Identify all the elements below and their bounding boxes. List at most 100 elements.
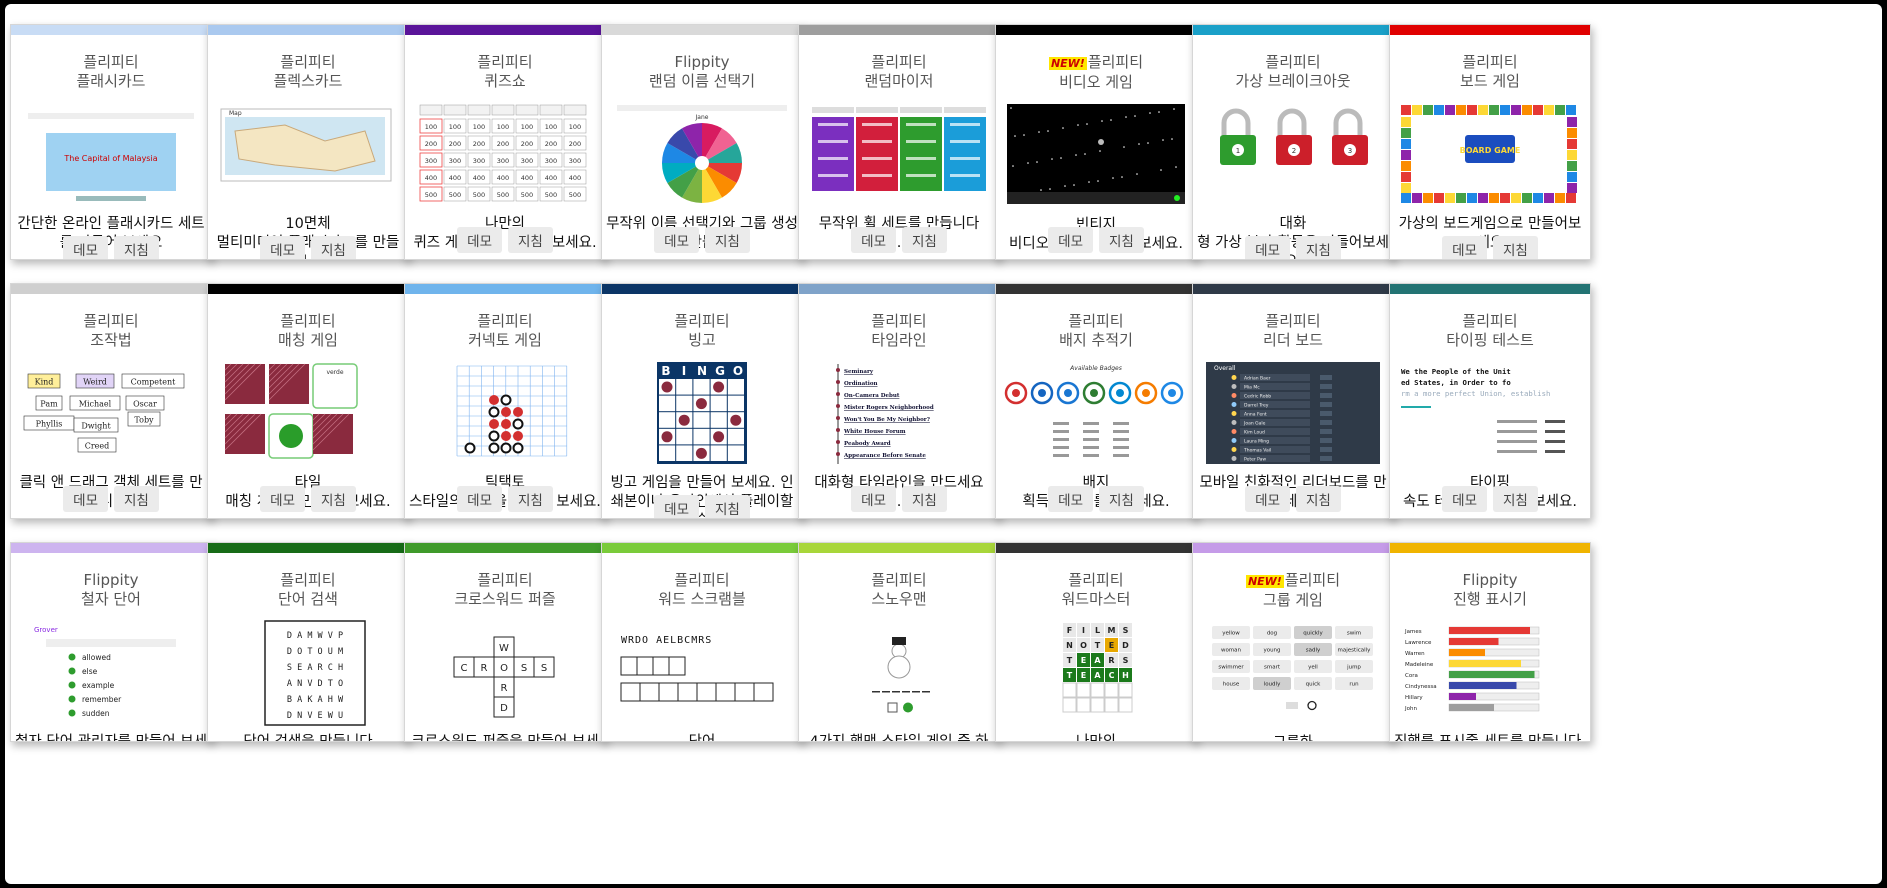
- app-card-wordsearch[interactable]: 플리피티 단어 검색 D A M W V P D O T O U M S E A R C…: [207, 542, 409, 742]
- card-title[interactable]: 플리피티 워드 스크램블: [602, 571, 802, 609]
- card-title[interactable]: 플리피티 크로스워드 퍼즐: [405, 571, 605, 609]
- card-thumbnail[interactable]: [806, 101, 992, 209]
- demo-button[interactable]: 데모: [457, 227, 502, 253]
- app-card-boardgame[interactable]: 플리피티보드 게임BOARD GAME가상의 보드게임으로 만들어보세요 .데모…: [1389, 24, 1591, 260]
- card-title[interactable]: 플리피티 단어 검색: [208, 571, 408, 609]
- demo-button[interactable]: 데모: [851, 486, 896, 512]
- app-card-videogame[interactable]: NEW!플리피티비디오 게임빈티지 비디오 게임을 만들어보세요.데모지침: [995, 24, 1197, 260]
- demo-button[interactable]: 데모: [851, 227, 896, 253]
- instructions-button[interactable]: 지침: [114, 486, 159, 512]
- instructions-button[interactable]: 지침: [311, 236, 356, 259]
- demo-button[interactable]: 데모: [63, 486, 108, 512]
- card-title[interactable]: 플리피티 배지 추적기: [996, 312, 1196, 350]
- card-thumbnail[interactable]: Jane: [609, 101, 795, 209]
- card-thumbnail[interactable]: yellow dog quickly swim woman young sadly majes…: [1200, 620, 1386, 728]
- demo-button[interactable]: 데모: [1048, 227, 1093, 253]
- card-title[interactable]: 플리피티 리더 보드: [1193, 312, 1393, 350]
- demo-button[interactable]: 데모: [260, 236, 305, 259]
- card-title[interactable]: 플리피티 플렉스카드: [208, 53, 408, 91]
- card-thumbnail[interactable]: 1 2 3: [1200, 101, 1386, 209]
- app-card-namepicker[interactable]: Flippity 랜덤 이름 선택기 Jane 무작위 이름 선택기와 그룹 생성기를…: [601, 24, 803, 260]
- card-thumbnail[interactable]: [1003, 102, 1189, 210]
- app-card-flashcards[interactable]: 플리피티 플래시카드 The Capital of Malaysia 간단한 온라인 …: [10, 24, 212, 260]
- instructions-button[interactable]: 지침: [1099, 486, 1144, 512]
- card-title[interactable]: 플리피티 랜덤마이저: [799, 53, 999, 91]
- card-title[interactable]: 플리피티 타이핑 테스트: [1390, 312, 1590, 350]
- app-card-badges[interactable]: 플리피티배지 추적기Available Badges배지 획득 페이지를 만드세…: [995, 283, 1197, 519]
- card-title[interactable]: 플리피티 매칭 게임: [208, 312, 408, 350]
- card-title[interactable]: 플리피티 스노우맨: [799, 571, 999, 609]
- card-thumbnail[interactable]: Available Badges: [1003, 360, 1189, 468]
- card-title[interactable]: 플리피티 조작법: [11, 312, 211, 350]
- instructions-button[interactable]: 지침: [1296, 486, 1341, 512]
- card-thumbnail[interactable]: CROSSWRD: [412, 619, 598, 727]
- card-title[interactable]: Flippity 철자 단어: [11, 571, 211, 609]
- app-card-typing[interactable]: 플리피티 타이핑 테스트 We the People of the Unit ed S…: [1389, 283, 1591, 519]
- app-card-snowman[interactable]: 플리피티스노우맨 4가지 행맨 스타일 게임 중 하나: [798, 542, 1000, 742]
- demo-button[interactable]: 데모: [654, 227, 699, 253]
- app-card-groupgame[interactable]: NEW! 플리피티 그룹 게임 yellow dog quickly swim woman yo…: [1192, 542, 1394, 742]
- instructions-button[interactable]: 지침: [311, 486, 356, 512]
- card-thumbnail[interactable]: Kind Weird Competent Pam Michael Oscar Phyllis…: [18, 360, 204, 468]
- app-card-spelling[interactable]: Flippity 철자 단어 Grover allowed else example rem…: [10, 542, 212, 742]
- app-card-crossword[interactable]: 플리피티크로스워드 퍼즐CROSSWRD크로스워드 퍼즐을 만들어 보세요.: [404, 542, 606, 742]
- instructions-button[interactable]: 지침: [902, 227, 947, 253]
- app-card-quizshow[interactable]: 플리피티 퀴즈쇼 100 200 300 400 500 100 200 300 400 500 100…: [404, 24, 606, 260]
- instructions-button[interactable]: 지침: [705, 495, 750, 518]
- card-thumbnail[interactable]: BINGO: [609, 360, 795, 468]
- card-title[interactable]: NEW! 플리피티 그룹 게임: [1193, 571, 1393, 610]
- card-title[interactable]: 플리피티 보드 게임: [1390, 53, 1590, 91]
- demo-button[interactable]: 데모: [1442, 236, 1487, 259]
- app-card-breakout[interactable]: 플리피티가상 브레이크아웃123대화 형 가상 분과 활동을 만들어보세요.데모…: [1192, 24, 1394, 260]
- app-card-matching[interactable]: 플리피티매칭 게임verde타일 매칭 게임을 만들어 보세요.데모지침: [207, 283, 409, 519]
- instructions-button[interactable]: 지침: [508, 227, 553, 253]
- app-card-progress[interactable]: Flippity 진행 표시기 James Lawrence Warren Madelei…: [1389, 542, 1591, 742]
- demo-button[interactable]: 데모: [1245, 236, 1290, 259]
- demo-button[interactable]: 데모: [654, 495, 699, 518]
- card-thumbnail[interactable]: [806, 619, 992, 727]
- card-thumbnail[interactable]: We the People of the Unit ed States, in O…: [1397, 360, 1583, 468]
- card-thumbnail[interactable]: Seminary Ordination On-Camera Debut Mister …: [806, 360, 992, 468]
- app-card-leaderboard[interactable]: 플리피티 리더 보드 Overall Adrian Baer Mia Mc Cedric …: [1192, 283, 1394, 519]
- instructions-button[interactable]: 지침: [1099, 227, 1144, 253]
- card-thumbnail[interactable]: Map: [215, 101, 401, 209]
- app-card-scramble[interactable]: 플리피티워드 스크램블 WRDO AELBCMRS 단어 스크램블 퍼즐을 만들어 …: [601, 542, 803, 742]
- instructions-button[interactable]: 지침: [705, 227, 750, 253]
- demo-button[interactable]: 데모: [457, 486, 502, 512]
- demo-button[interactable]: 데모: [63, 236, 108, 259]
- card-thumbnail[interactable]: Overall Adrian Baer Mia Mc Cedric Robb Darre…: [1200, 360, 1386, 468]
- app-card-wordmaster[interactable]: 플리피티워드마스터FILMSNOTEDTEARSTEACH나만의 Wordle …: [995, 542, 1197, 742]
- card-thumbnail[interactable]: verde: [215, 360, 401, 468]
- app-card-connect[interactable]: 플리피티커넥토 게임틱택토 스타일의 게임을 만들어 보세요.데모지침: [404, 283, 606, 519]
- card-title[interactable]: 플리피티 워드마스터: [996, 571, 1196, 609]
- card-thumbnail[interactable]: FILMSNOTEDTEARSTEACH: [1003, 619, 1189, 727]
- instructions-button[interactable]: 지침: [1493, 236, 1538, 259]
- instructions-button[interactable]: 지침: [902, 486, 947, 512]
- demo-button[interactable]: 데모: [1245, 486, 1290, 512]
- instructions-button[interactable]: 지침: [114, 236, 159, 259]
- card-title[interactable]: 플리피티 커넥토 게임: [405, 312, 605, 350]
- card-thumbnail[interactable]: D A M W V P D O T O U M S E A R C H A N V D…: [215, 619, 401, 727]
- app-card-manipulatives[interactable]: 플리피티 조작법 Kind Weird Competent Pam Michael Oscar…: [10, 283, 212, 519]
- app-card-timeline[interactable]: 플리피티 타임라인 Seminary Ordination On-Camera Debu…: [798, 283, 1000, 519]
- card-thumbnail[interactable]: BOARD GAME: [1397, 101, 1583, 209]
- card-thumbnail[interactable]: The Capital of Malaysia: [18, 101, 204, 209]
- card-title[interactable]: 플리피티 플래시카드: [11, 53, 211, 91]
- demo-button[interactable]: 데모: [260, 486, 305, 512]
- instructions-button[interactable]: 지침: [1296, 236, 1341, 259]
- card-title[interactable]: 플리피티 빙고: [602, 312, 802, 350]
- card-title[interactable]: Flippity 진행 표시기: [1390, 571, 1590, 609]
- card-thumbnail[interactable]: WRDO AELBCMRS: [609, 619, 795, 727]
- card-title[interactable]: 플리피티 퀴즈쇼: [405, 53, 605, 91]
- demo-button[interactable]: 데모: [1442, 486, 1487, 512]
- card-title[interactable]: Flippity 랜덤 이름 선택기: [602, 53, 802, 91]
- app-card-flexcards[interactable]: 플리피티플렉스카드Map10면체 멀티미디어 플래시카드를 만들어 보세요.데모…: [207, 24, 409, 260]
- card-thumbnail[interactable]: James Lawrence Warren Madeleine Cora Cindynes…: [1397, 619, 1583, 727]
- instructions-button[interactable]: 지침: [1493, 486, 1538, 512]
- demo-button[interactable]: 데모: [1048, 486, 1093, 512]
- card-thumbnail[interactable]: 100 200 300 400 500 100 200 300 400 500 100 200 300 4…: [412, 101, 598, 209]
- card-title[interactable]: 플리피티 타임라인: [799, 312, 999, 350]
- card-thumbnail[interactable]: [412, 360, 598, 468]
- card-title[interactable]: NEW! 플리피티 비디오 게임: [996, 53, 1196, 92]
- instructions-button[interactable]: 지침: [508, 486, 553, 512]
